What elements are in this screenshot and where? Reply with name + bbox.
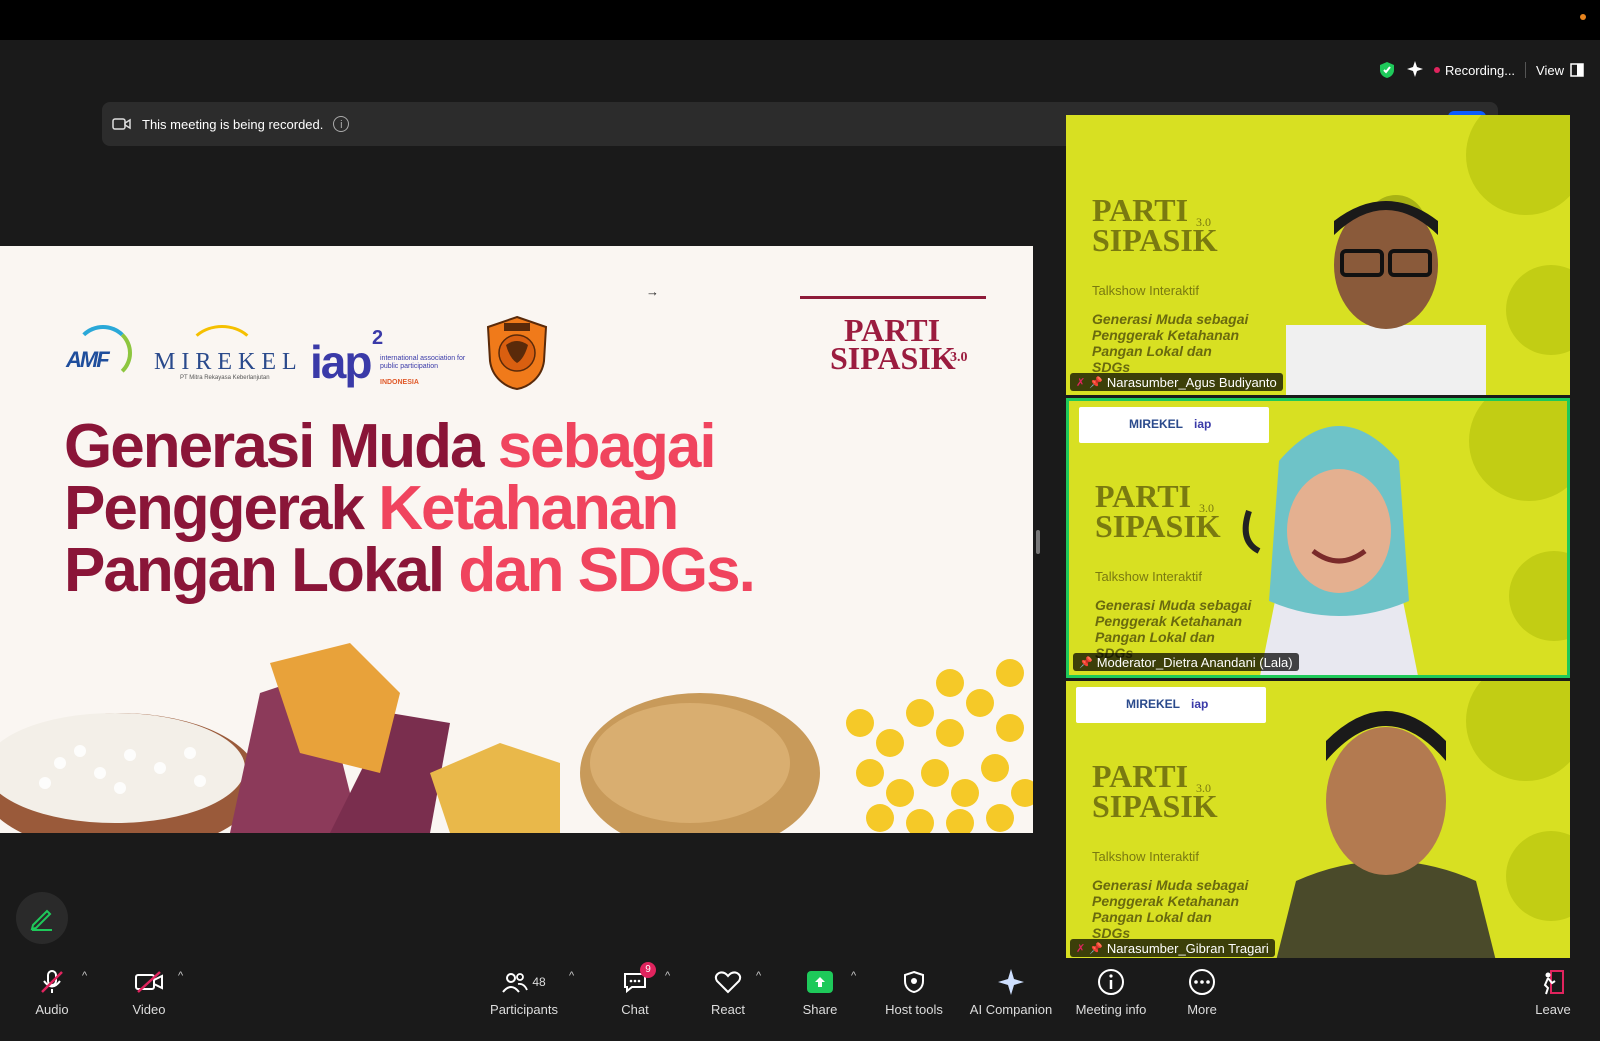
host-shield-icon [903, 968, 925, 996]
pencil-icon [30, 909, 52, 931]
participant-video-tile[interactable]: MIREKEL iap PARTI SIPASIK 3.0 Talkshow In… [1066, 681, 1570, 961]
more-dots-icon [1188, 968, 1216, 996]
tile-logo-strip: MIREKEL iap [1076, 687, 1266, 723]
participant-video-feed [1242, 426, 1418, 675]
ppp-badge-logo [486, 315, 548, 391]
pin-icon: 📌 [1089, 942, 1103, 955]
participants-options-caret-icon[interactable]: ^ [569, 970, 574, 982]
video-button[interactable]: Video [101, 958, 197, 1028]
split-view-resize-handle[interactable] [1036, 530, 1040, 554]
chat-unread-badge: 9 [640, 962, 656, 978]
more-button[interactable]: More [1154, 958, 1250, 1028]
participants-button[interactable]: 48 Participants [475, 958, 573, 1028]
host-tools-button[interactable]: Host tools [866, 958, 962, 1028]
muted-mic-icon: ✗ [1076, 942, 1086, 955]
title-bar [0, 0, 1600, 40]
participant-video-feed [1286, 201, 1486, 395]
slide-headline: Generasi Muda sebagai Penggerak Ketahana… [64, 412, 756, 605]
meeting-status-bar: Recording... View [1378, 56, 1584, 84]
audio-button[interactable]: Audio [4, 958, 100, 1028]
participants-icon [502, 973, 529, 993]
partisipasik-brand: PARTI SIPASIK 3.0 [800, 296, 988, 386]
view-layout-icon [1570, 63, 1584, 77]
participant-video-feed [1276, 711, 1496, 961]
muted-mic-icon [38, 968, 66, 996]
recording-notice-text: This meeting is being recorded. [142, 116, 324, 132]
pin-icon: 📌 [1079, 656, 1093, 669]
heart-icon [714, 968, 742, 996]
participant-name-tag: ✗ 📌 Narasumber_Gibran Tragari [1070, 939, 1275, 957]
participant-name-tag: ✗ 📌 Narasumber_Agus Budiyanto [1070, 373, 1283, 391]
video-off-icon [134, 968, 164, 996]
ai-sparkle-icon [997, 968, 1025, 996]
encryption-shield-icon[interactable] [1378, 61, 1396, 79]
recording-label: Recording... [1444, 62, 1516, 78]
annotate-button[interactable] [16, 892, 68, 944]
status-dot-icon [1580, 14, 1586, 20]
share-button[interactable]: Share [772, 958, 868, 1028]
participants-count: 48 [532, 975, 546, 989]
sponsor-logos: AMF MIREKEL PT Mitra Rekayasa Keberlanju… [64, 308, 550, 398]
view-button[interactable]: View [1536, 63, 1584, 78]
ai-companion-button[interactable]: AI Companion [962, 958, 1060, 1028]
pin-icon: 📌 [1089, 376, 1103, 389]
recording-camera-icon [112, 117, 132, 131]
cursor-arrow-icon: → [646, 284, 659, 299]
info-icon [1097, 968, 1125, 996]
meeting-toolbar: Audio ^ Video ^ 48 Participants ^ 9 Chat… [0, 958, 1600, 1041]
amf-logo: AMF [64, 325, 140, 381]
react-button[interactable]: React [680, 958, 776, 1028]
video-options-caret-icon[interactable]: ^ [178, 970, 183, 982]
share-screen-icon [807, 971, 833, 993]
meeting-info-button[interactable]: Meeting info [1062, 958, 1160, 1028]
participant-video-tile[interactable]: PARTI SIPASIK 3.0 Talkshow Interaktif Gen… [1066, 115, 1570, 395]
participant-name-tag: 📌 Moderator_Dietra Anandani (Lala) [1073, 653, 1299, 671]
view-label: View [1536, 62, 1564, 78]
muted-mic-icon: ✗ [1076, 376, 1086, 389]
recording-dot-icon [1433, 67, 1440, 73]
ai-sparkle-icon[interactable] [1406, 60, 1424, 81]
react-options-caret-icon[interactable]: ^ [756, 970, 761, 982]
chat-button[interactable]: 9 Chat [587, 958, 683, 1028]
recording-indicator[interactable]: Recording... [1433, 62, 1516, 78]
food-illustration [0, 643, 1033, 833]
chat-options-caret-icon[interactable]: ^ [665, 970, 670, 982]
leave-door-icon [1539, 968, 1567, 996]
leave-button[interactable]: Leave [1505, 958, 1600, 1028]
mirekel-logo: MIREKEL PT Mitra Rekayasa Keberlanjutan [154, 325, 297, 381]
iap2-logo: iap 2 international association for publ… [310, 327, 466, 388]
audio-options-caret-icon[interactable]: ^ [82, 970, 87, 982]
share-options-caret-icon[interactable]: ^ [851, 970, 856, 982]
shared-screen-slide: → AMF MIREKEL PT Mitra Rekayasa Keberlan… [0, 246, 1033, 833]
info-icon[interactable]: i [333, 116, 350, 132]
participant-video-tile-active[interactable]: MIREKEL iap PARTI SIPASIK 3.0 Talkshow In… [1066, 398, 1570, 678]
status-divider [1525, 62, 1527, 78]
